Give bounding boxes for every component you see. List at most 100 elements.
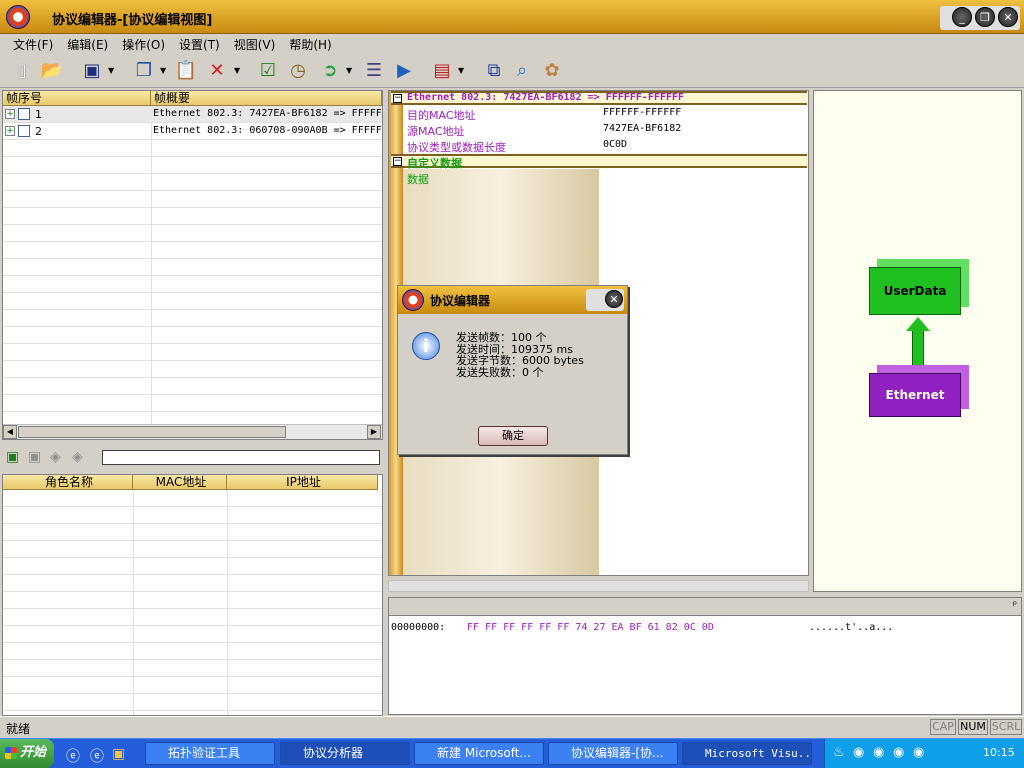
delete-dropdown-icon[interactable]: ▼ <box>234 66 240 75</box>
menu-view[interactable]: 视图(V) <box>227 34 283 53</box>
horizontal-scrollbar[interactable]: ◀ ▶ <box>3 424 382 439</box>
expand-icon[interactable]: + <box>5 126 15 136</box>
clock[interactable]: 10:15 <box>983 746 1015 759</box>
windows-logo-icon <box>5 747 17 759</box>
tray-icon[interactable]: ♨ <box>833 745 845 760</box>
task-new-microsoft[interactable]: 新建 Microsoft... <box>414 742 544 765</box>
field-value[interactable]: FFFFFF-FFFFFF <box>603 107 681 118</box>
app-icon[interactable] <box>6 5 30 29</box>
custom-data-title: 自定义数据 <box>407 157 462 170</box>
status-bar: 就绪 CAP NUM SCRL <box>0 716 1024 736</box>
frame-number: 1 <box>35 108 42 121</box>
protocol-graph-panel: UserData Ethernet <box>813 90 1022 592</box>
hex-bytes[interactable]: FF FF FF FF FF FF 74 27 EA BF 61 82 0C 0… <box>467 622 714 633</box>
save-icon[interactable]: ▣ <box>80 59 104 83</box>
pin-icon[interactable]: ᵖ <box>1013 600 1017 611</box>
status-text: 就绪 <box>6 722 31 736</box>
dialog-titlebar: 协议编辑器 ✕ <box>398 286 627 314</box>
menu-file[interactable]: 文件(F) <box>6 34 60 53</box>
ethernet-section[interactable]: − Ethernet 802.3: 7427EA-BF6182 => FFFFF… <box>391 91 807 105</box>
hex-offset: 00000000: <box>391 622 446 633</box>
menu-edit[interactable]: 编辑(E) <box>60 34 115 53</box>
scroll-left-icon[interactable]: ◀ <box>3 425 17 439</box>
tray-icon[interactable]: ◉ <box>853 745 864 760</box>
task-protocol-analyzer[interactable]: 协议分析器 <box>280 742 410 765</box>
copy-dropdown-icon[interactable]: ▼ <box>160 66 166 75</box>
hex-header: ᵖ <box>389 598 1021 616</box>
save-dropdown-icon[interactable]: ▼ <box>108 66 114 75</box>
menu-settings[interactable]: 设置(T) <box>172 34 227 53</box>
system-tray: ♨ ◉ ◉ ◉ ◉ 10:15 <box>824 739 1024 768</box>
ethernet-node[interactable]: Ethernet <box>869 373 961 417</box>
clock-icon[interactable]: ◷ <box>286 59 310 83</box>
list-icon[interactable]: ☰ <box>362 59 386 83</box>
info-icon: i <box>412 332 440 360</box>
minimize-icon[interactable]: _ <box>952 7 972 27</box>
arrow-head-icon <box>906 317 930 331</box>
collapse-icon[interactable]: − <box>393 157 402 166</box>
frame-summary: Ethernet 802.3: 060708-090A0B => FFFFFF <box>153 125 381 136</box>
ip-header[interactable]: IP地址 <box>227 475 378 490</box>
export-icon[interactable]: ➲ <box>318 59 342 83</box>
custom-data-section[interactable]: − 自定义数据 <box>391 154 807 170</box>
palette-icon[interactable]: ✿ <box>540 59 564 83</box>
paste-icon[interactable]: 📋 <box>174 59 198 83</box>
refresh-role-icon[interactable]: ◈ <box>72 449 83 465</box>
role-name-header[interactable]: 角色名称 <box>3 475 133 490</box>
field-value[interactable]: 7427EA-BF6182 <box>603 123 681 134</box>
ok-button[interactable]: 确定 <box>478 426 548 446</box>
ie-quicklaunch-icon[interactable]: ⓔ <box>66 746 80 766</box>
userdata-node[interactable]: UserData <box>869 267 961 315</box>
card-dropdown-icon[interactable]: ▼ <box>458 66 464 75</box>
ethernet-label: Ethernet <box>885 388 945 402</box>
frame-number-header[interactable]: 帧序号 <box>3 91 151 106</box>
restore-icon[interactable]: ❐ <box>975 7 995 27</box>
delete-icon[interactable]: ✕ <box>205 59 229 83</box>
edit-role-icon[interactable]: ▣ <box>28 449 41 465</box>
play-icon[interactable]: ▶ <box>392 59 416 83</box>
hex-ascii[interactable]: ......t'..a... <box>809 622 893 633</box>
ie2-quicklaunch-icon[interactable]: ⓔ <box>90 746 104 766</box>
network-icon[interactable]: ⧉ <box>482 59 506 83</box>
row-checkbox[interactable] <box>18 108 30 120</box>
role-toolbar: ▣ ▣ ◈ ◈ <box>2 444 383 472</box>
task-protocol-editor[interactable]: 协议编辑器-[协... <box>548 742 678 765</box>
collapse-icon[interactable]: − <box>393 94 402 103</box>
tray-icon[interactable]: ◉ <box>913 745 924 760</box>
search-icon[interactable]: ⌕ <box>510 59 534 83</box>
cap-indicator: CAP <box>930 719 956 735</box>
frame-summary-header[interactable]: 帧概要 <box>151 91 382 106</box>
toolbar: ▯ 📂 ▣ ▼ ❐ ▼ 📋 ✕ ▼ ☑ ◷ ➲ ▼ ☰ ▶ ▤ ▼ ⧉ ⌕ ✿ <box>0 54 1024 88</box>
detail-hscroll[interactable] <box>388 580 809 592</box>
table-row[interactable]: + 2 Ethernet 802.3: 060708-090A0B => FFF… <box>3 123 382 140</box>
scroll-thumb[interactable] <box>18 426 286 438</box>
field-value[interactable]: 0C0D <box>603 139 627 150</box>
menu-operation[interactable]: 操作(O) <box>115 34 172 53</box>
check-icon[interactable]: ☑ <box>256 59 280 83</box>
taskbar: 开始 ⓔ ⓔ ▣ 拓扑验证工具 协议分析器 新建 Microsoft... 协议… <box>0 738 1024 768</box>
dialog-close-icon[interactable]: ✕ <box>605 290 623 308</box>
menu-help[interactable]: 帮助(H) <box>282 34 338 53</box>
expand-icon[interactable]: + <box>5 109 15 119</box>
copy-icon[interactable]: ❐ <box>132 59 156 83</box>
open-folder-icon[interactable]: 📂 <box>40 59 64 83</box>
scroll-right-icon[interactable]: ▶ <box>367 425 381 439</box>
folder-quicklaunch-icon[interactable]: ▣ <box>112 746 125 762</box>
scrl-indicator: SCRL <box>990 719 1022 735</box>
add-role-icon[interactable]: ▣ <box>6 449 19 465</box>
new-file-icon[interactable]: ▯ <box>10 59 34 83</box>
title-bar: 协议编辑器-[协议编辑视图] _ ❐ ✕ <box>0 0 1024 34</box>
task-microsoft-visual[interactable]: Microsoft Visu... <box>682 742 812 765</box>
tray-icon[interactable]: ◉ <box>873 745 884 760</box>
close-icon[interactable]: ✕ <box>998 7 1018 27</box>
task-topology-tool[interactable]: 拓扑验证工具 <box>145 742 275 765</box>
sent-bytes-line: 发送字节数：6000 bytes <box>456 354 584 367</box>
role-input[interactable] <box>102 450 380 465</box>
row-checkbox[interactable] <box>18 125 30 137</box>
table-row[interactable]: + 1 Ethernet 802.3: 7427EA-BF6182 => FFF… <box>3 106 382 123</box>
card-icon[interactable]: ▤ <box>430 59 454 83</box>
mac-header[interactable]: MAC地址 <box>133 475 227 490</box>
tray-icon[interactable]: ◉ <box>893 745 904 760</box>
remove-role-icon[interactable]: ◈ <box>50 449 61 465</box>
export-dropdown-icon[interactable]: ▼ <box>346 66 352 75</box>
